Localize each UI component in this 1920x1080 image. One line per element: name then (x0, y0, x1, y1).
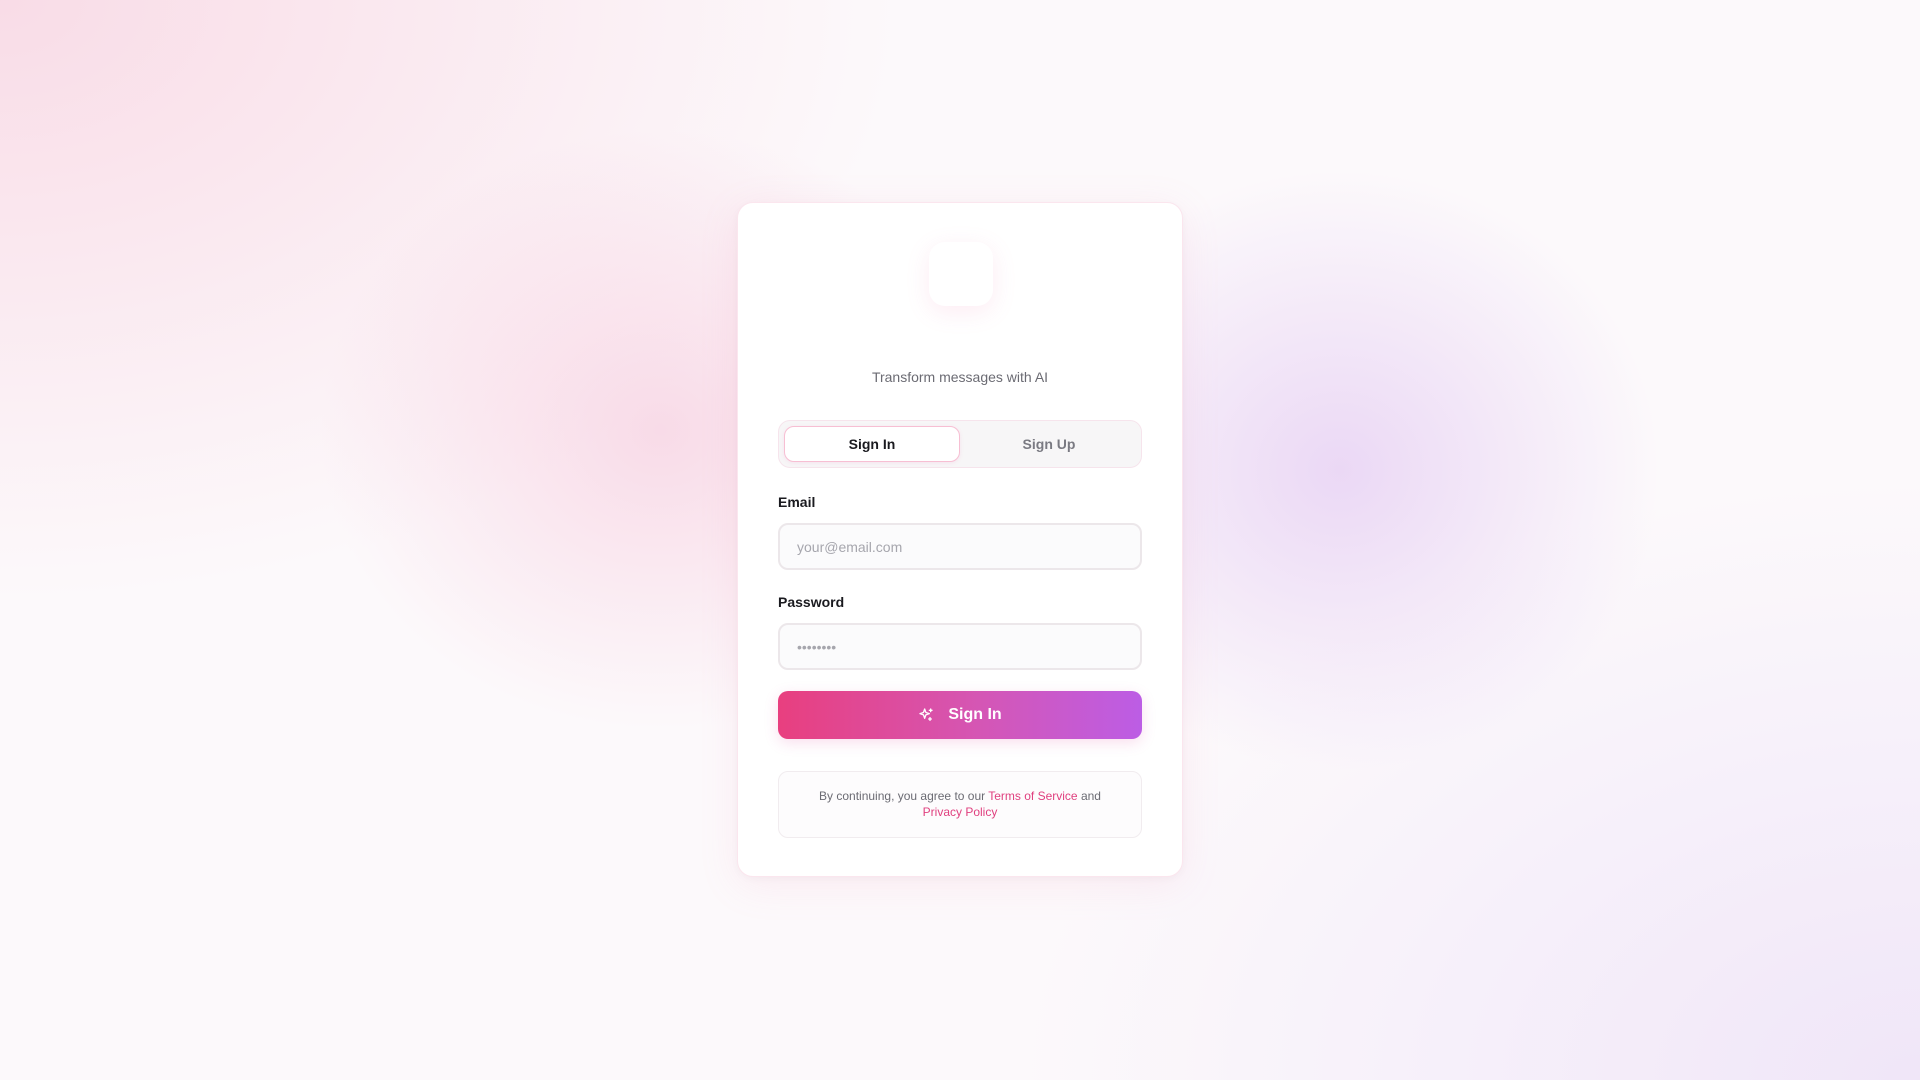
password-field[interactable] (778, 623, 1142, 670)
auth-tabs: Sign In Sign Up (778, 420, 1142, 468)
app-subtitle: Transform messages with AI (871, 369, 1049, 385)
tab-sign-in[interactable]: Sign In (784, 426, 960, 462)
email-field[interactable] (778, 523, 1142, 570)
app-logo (929, 242, 993, 306)
auth-card: Transform messages with AI Sign In Sign … (737, 202, 1183, 877)
terms-of-service-link[interactable]: Terms of Service (988, 789, 1077, 803)
sign-in-button-label: Sign In (948, 706, 1002, 723)
email-label: Email (778, 494, 816, 510)
terms-prefix: By continuing, you agree to our (819, 789, 989, 803)
tab-sign-up[interactable]: Sign Up (962, 426, 1136, 462)
sparkles-icon (918, 707, 934, 723)
sign-in-button[interactable]: Sign In (778, 691, 1142, 739)
privacy-policy-link[interactable]: Privacy Policy (923, 805, 998, 819)
password-label: Password (778, 594, 845, 610)
terms-notice: By continuing, you agree to our Terms of… (778, 771, 1142, 838)
terms-middle: and (1077, 789, 1101, 803)
